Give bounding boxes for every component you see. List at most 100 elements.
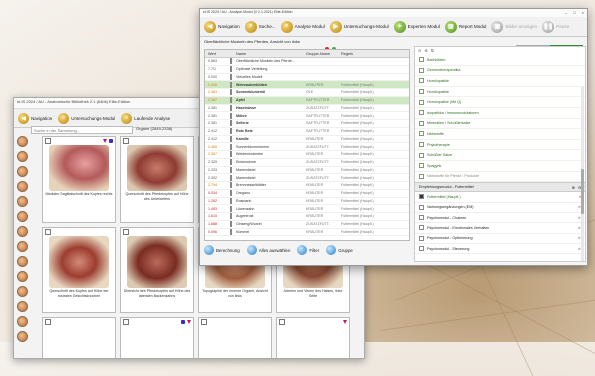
rule-checkbox[interactable] [419,120,424,126]
navigation-button[interactable]: ◀ Navigation [204,20,240,33]
rule-checkbox[interactable] [419,142,424,148]
pause-button[interactable]: ❚❚ Pause [542,20,569,33]
select-checkbox[interactable] [123,228,129,235]
image-card[interactable] [42,317,116,358]
rule-subitem[interactable]: Psychomodul - Steuerung ⊕ [415,244,585,255]
rule-checkbox[interactable] [419,246,424,252]
row-checkbox[interactable] [230,89,232,96]
maximize-button[interactable]: □ [573,10,575,16]
row-checkbox[interactable] [230,221,232,228]
rule-checkbox[interactable] [419,152,424,158]
table-row[interactable]: 2.381 Sellerie SAFTFUTTER Futtermittel (Hau… [205,120,409,128]
rule-item[interactable]: Mineralien / Schüßlersalze [415,119,585,130]
select-checkbox[interactable] [45,318,51,325]
filter-button[interactable]: Filter [297,245,319,255]
rule-checkbox[interactable] [419,67,424,73]
rule-checkbox[interactable] [419,131,424,137]
rule-checkbox[interactable] [419,163,424,169]
select-checkbox[interactable] [123,318,129,325]
rule-checkbox[interactable] [419,99,424,105]
select-checkbox[interactable] [45,137,51,144]
category-icon[interactable] [17,181,28,192]
rule-item[interactable]: Nährstoffe für Pferde / Produkte [415,172,585,183]
rule-item[interactable]: Nährstoffe [415,129,585,140]
rule-checkbox[interactable] [419,78,424,84]
running-analysis-button[interactable]: ⌕ Laufende Analyse [121,112,170,124]
scroll-thumb[interactable] [581,169,584,214]
row-checkbox[interactable] [230,66,232,73]
select-all-button[interactable]: Alles auswählen [246,245,290,255]
category-icon[interactable] [17,211,28,222]
table-row[interactable]: 0.863 Oberflächliche Muskeln des Pferde..… [205,58,409,66]
rule-item[interactable]: Phytotherapie [415,140,585,151]
expert-module-button[interactable]: ✦ Experten Modul [393,20,440,33]
rule-checkbox[interactable] [419,225,424,231]
image-card[interactable] [276,317,350,358]
category-icon[interactable] [17,241,28,252]
analysis-module-button[interactable]: ⌕ Analyse Modul [280,20,325,33]
rule-checkbox[interactable] [419,235,424,241]
table-row[interactable]: 2.410 Weinraukenblüten KRÄUTER Futtermittel… [205,81,409,89]
navigation-button[interactable]: ◀ Navigation [18,112,52,124]
table-row[interactable]: 0.096 Kümmel KRÄUTER Futtermittel (Hauptl.) [205,228,409,237]
sort-icon[interactable]: ⇅ [431,48,434,54]
rule-checkbox[interactable] [419,194,424,200]
rule-item[interactable]: Bachblüten [415,55,585,66]
minimize-button[interactable]: – [565,10,567,16]
col-header-rules[interactable]: Regeln [341,52,409,56]
image-card[interactable]: Medialer Sagittalschnitt des Kopfes rech… [42,136,116,223]
row-checkbox[interactable] [230,120,232,127]
report-module-button[interactable]: ▤ Report Modul [444,20,486,33]
row-checkbox[interactable] [230,81,232,88]
expand-icon[interactable]: ⊕ [424,48,427,54]
rule-item[interactable]: Spagyrik [415,161,585,172]
image-card[interactable]: Übersicht des Pferdekopfes auf Höhe des … [120,227,194,313]
category-icon[interactable] [17,331,28,342]
collapse-icon[interactable]: ⊖ [418,48,421,54]
rules-scrollbar[interactable] [581,87,584,261]
image-card[interactable]: Querschnitt des Kopfes auf Höhe der rost… [42,227,116,313]
group-button[interactable]: Gruppe [326,245,353,255]
row-checkbox[interactable] [230,97,232,104]
row-checkbox[interactable] [230,228,232,235]
row-checkbox[interactable] [230,213,232,220]
category-icon[interactable] [17,301,28,312]
row-checkbox[interactable] [230,190,232,197]
table-row[interactable]: 2.333 Mariendistel KRÄUTER Futtermittel (Ha… [205,166,409,175]
image-card[interactable] [120,317,194,358]
row-checkbox[interactable] [230,174,232,181]
category-icon[interactable] [17,166,28,177]
table-row[interactable]: 2.412 Rote Bete SAFTFUTTER Futtermittel (Ha… [205,128,409,136]
category-icon[interactable] [17,256,28,267]
table-row[interactable]: 1.688 Ginseng/Wurzel ZUSATZFUTT. Futtermitt… [205,221,409,229]
col-header-value[interactable]: Wert [205,52,230,56]
select-checkbox[interactable] [123,137,129,144]
row-checkbox[interactable] [230,151,232,158]
rule-item[interactable]: Homöopathie [415,76,585,87]
table-row[interactable]: 2.794 Brennnesselblätter KRÄUTER Futtermitt… [205,182,409,190]
row-checkbox[interactable] [230,166,232,173]
show-images-button[interactable]: ▣ Bilder anzeigen [491,20,537,33]
table-row[interactable]: 7.7/1 Optimale Verteilung [205,66,409,74]
category-icon[interactable] [17,226,28,237]
category-icon[interactable] [17,286,28,297]
category-icon[interactable] [17,196,28,207]
rule-section-header[interactable]: Empfehlungsmodul - Futtermittel ⊕ ⊖ [415,182,585,193]
col-header-group[interactable]: Gruppe-Name [306,52,341,56]
rule-item[interactable]: Homöopathie [415,87,585,98]
row-checkbox[interactable] [230,197,232,204]
select-checkbox[interactable] [45,228,51,235]
select-checkbox[interactable] [201,318,207,325]
table-row[interactable]: 2.381 Haselnüsse ZUSATZFUTT. Futtermittel (… [205,104,409,113]
rule-item[interactable]: Homöopathie (Mit Q) [415,97,585,108]
category-icon[interactable] [17,271,28,282]
row-checkbox[interactable] [230,182,232,189]
rule-checkbox[interactable] [419,173,424,179]
rule-checkbox[interactable] [419,89,424,95]
rule-subitem[interactable]: Psychomodul - Chakren ⊕ [415,213,585,224]
add-icon[interactable]: ⊕ [572,185,575,190]
table-row[interactable]: 2.381 Möhre SAFTFUTTER Futtermittel (Hauptl… [205,112,409,120]
row-checkbox[interactable] [230,159,232,166]
table-row[interactable]: 2.412 Kamille KRÄUTER Futtermittel (Hauptl.… [205,135,409,144]
table-row[interactable]: 1.493 Löwenzahn KRÄUTER Futtermittel (Haupt… [205,205,409,213]
